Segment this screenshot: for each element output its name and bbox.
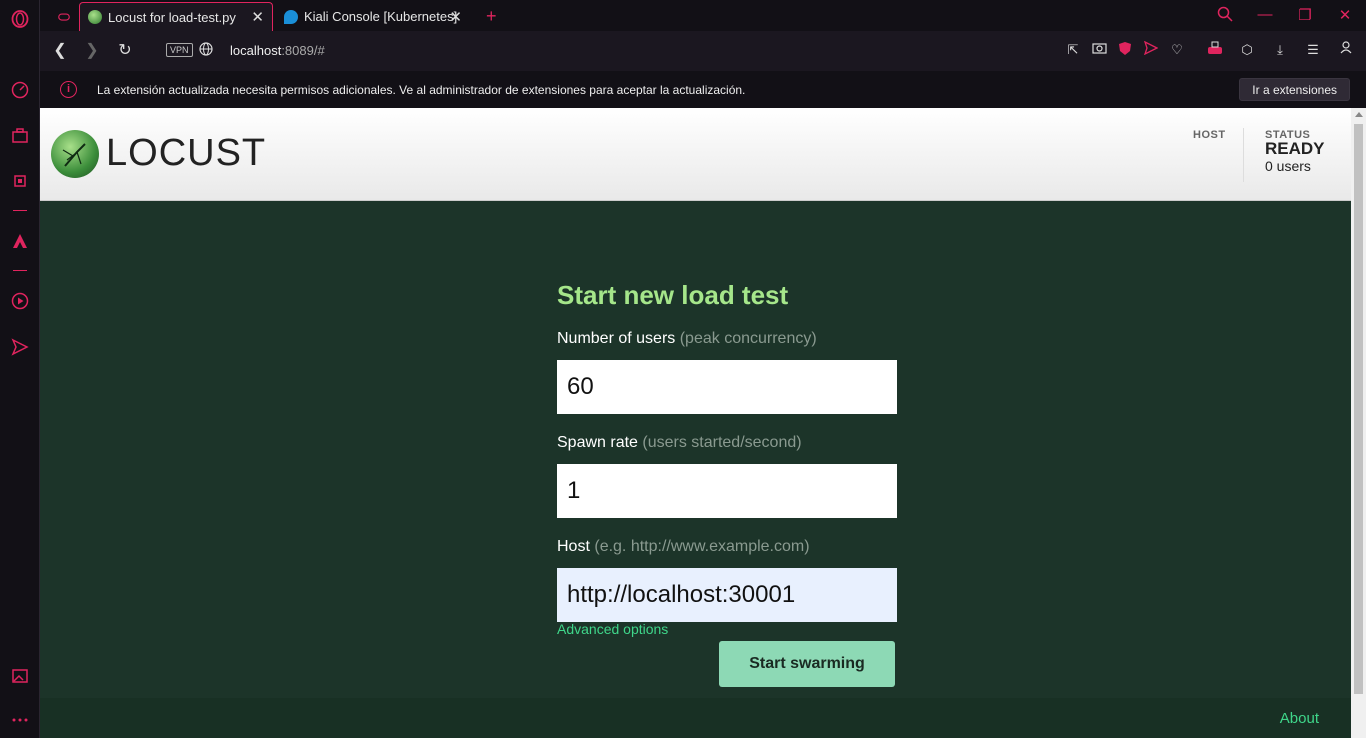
camera-icon[interactable] (1090, 41, 1108, 59)
go-to-extensions-button[interactable]: Ir a extensiones (1239, 78, 1350, 101)
heart-icon[interactable]: ♡ (1168, 41, 1186, 59)
header-divider (1243, 128, 1244, 182)
host-input[interactable]: http://localhost:30001 (557, 568, 897, 622)
restore-icon[interactable]: ❐ (1296, 6, 1314, 24)
gallery-icon[interactable] (10, 666, 30, 686)
host-hint: (e.g. http://www.example.com) (594, 538, 810, 555)
tab-label: Kiali Console [Kubernetes] (304, 9, 458, 24)
advanced-options-link[interactable]: Advanced options (557, 621, 668, 637)
url-host: localhost (230, 43, 282, 58)
tab-kiali[interactable]: Kiali Console [Kubernetes] ✕ (276, 2, 470, 31)
player-icon[interactable] (10, 291, 30, 311)
close-tab-icon[interactable]: ✕ (251, 8, 264, 26)
briefcase-icon[interactable] (10, 125, 30, 145)
tab-label: Locust for load-test.py (108, 9, 236, 25)
account-icon[interactable] (1337, 41, 1355, 59)
info-icon: i (60, 81, 77, 98)
speed-dial-icon[interactable] (10, 80, 30, 100)
kiali-favicon-icon (284, 9, 298, 24)
start-swarming-button[interactable]: Start swarming (719, 641, 895, 687)
scroll-up-icon[interactable] (1355, 112, 1363, 117)
flow-send-icon[interactable] (1142, 40, 1160, 59)
host-label-text: Host (557, 538, 590, 555)
youtube-extension-icon[interactable] (1206, 41, 1224, 59)
users-label: Number of users (peak concurrency) (557, 330, 897, 350)
sidebar-divider (13, 270, 27, 271)
share-icon[interactable]: ⇱ (1064, 41, 1082, 59)
reload-icon[interactable]: ↻ (115, 41, 135, 61)
extension-notice-bar: i La extensión actualizada necesita perm… (40, 71, 1366, 108)
close-window-icon[interactable]: ✕ (1336, 6, 1354, 24)
locust-logo-icon (51, 130, 99, 178)
spawn-rate-label: Spawn rate (users started/second) (557, 434, 897, 454)
adblock-shield-icon[interactable] (1116, 41, 1134, 59)
users-label-text: Number of users (557, 330, 676, 347)
url-path: :8089/# (281, 43, 325, 58)
back-icon[interactable]: ❮ (50, 41, 70, 61)
form-title: Start new load test (557, 280, 789, 310)
download-icon[interactable]: ⤓ (1271, 41, 1289, 59)
locust-header: LOCUST HOST STATUS READY 0 users (40, 108, 1351, 201)
about-link[interactable]: About (1280, 710, 1319, 727)
minimize-icon[interactable]: — (1256, 6, 1274, 23)
address-bar: ❮ ❯ ↻ VPN localhost:8089/# ⇱ ♡ ⬡ ⤓ ☰ (40, 31, 1366, 71)
locust-logo-text: LOCUST (106, 132, 267, 174)
scrollbar-thumb[interactable] (1354, 124, 1363, 694)
locust-favicon-icon (88, 10, 102, 24)
globe-icon[interactable] (196, 41, 216, 61)
spawn-label-text: Spawn rate (557, 434, 638, 451)
status-value: READY (1265, 139, 1325, 158)
spawn-rate-input[interactable]: 1 (557, 464, 897, 518)
spawn-hint: (users started/second) (642, 434, 802, 451)
host-label: HOST (1193, 129, 1226, 141)
search-tabs-icon[interactable] (1216, 6, 1234, 26)
cube-icon[interactable]: ⬡ (1238, 41, 1256, 59)
url-field[interactable]: localhost:8089/# (230, 43, 325, 58)
send-icon[interactable] (10, 337, 30, 357)
chip-icon[interactable] (10, 171, 30, 191)
gx-corner-icon[interactable] (50, 2, 78, 31)
new-tab-icon[interactable]: + (478, 2, 505, 31)
easy-setup-icon[interactable]: ☰ (1304, 41, 1322, 59)
start-test-form: Start new load test Number of users (pea… (557, 280, 897, 687)
host-field-label: Host (e.g. http://www.example.com) (557, 538, 897, 558)
aria-icon[interactable] (10, 231, 30, 251)
notice-message: La extensión actualizada necesita permis… (97, 83, 746, 97)
browser-sidebar (0, 0, 40, 738)
page-footer: About (40, 698, 1351, 738)
locust-page: LOCUST HOST STATUS READY 0 users Start n… (40, 108, 1351, 738)
more-icon[interactable] (10, 710, 30, 730)
sidebar-divider (13, 210, 27, 211)
tab-locust[interactable]: Locust for load-test.py ✕ (79, 2, 273, 31)
page-scrollbar[interactable] (1351, 108, 1366, 738)
opera-logo-icon[interactable] (10, 9, 30, 29)
close-tab-icon[interactable]: ✕ (449, 8, 462, 26)
vpn-badge[interactable]: VPN (166, 43, 193, 57)
forward-icon[interactable]: ❯ (82, 41, 102, 61)
user-count: 0 users (1265, 158, 1311, 174)
users-hint: (peak concurrency) (679, 330, 817, 347)
tab-bar: Locust for load-test.py ✕ Kiali Console … (40, 0, 1366, 31)
users-input[interactable]: 60 (557, 360, 897, 414)
